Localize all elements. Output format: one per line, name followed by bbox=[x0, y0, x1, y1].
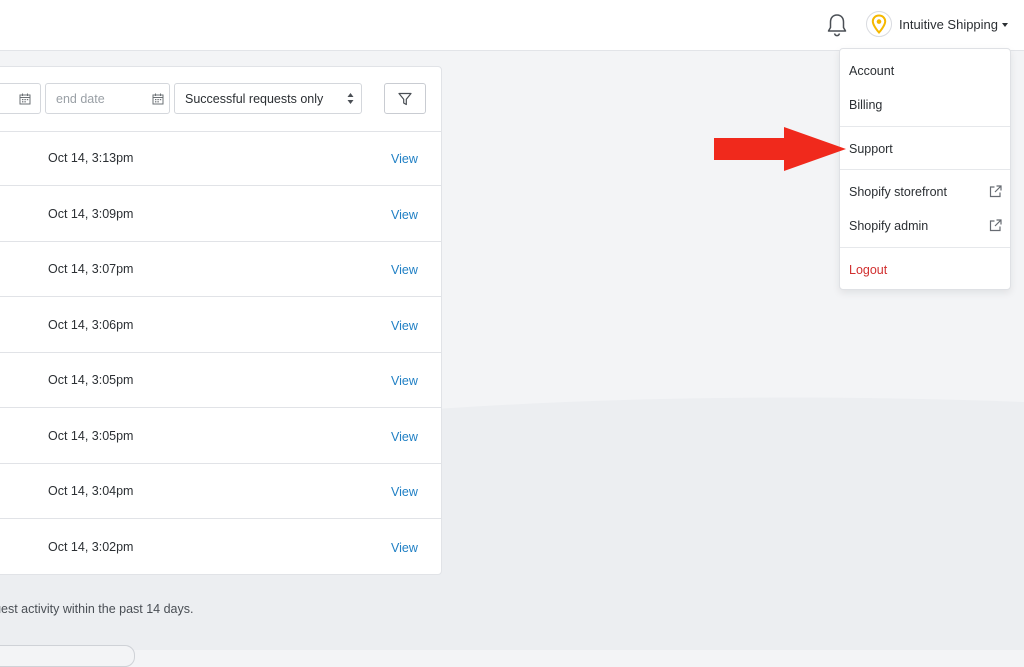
calendar-icon bbox=[19, 93, 31, 105]
table-row: Oct 14, 3:07pm View bbox=[0, 242, 441, 297]
menu-divider bbox=[840, 169, 1010, 170]
menu-item-label: Billing bbox=[849, 98, 883, 112]
request-time: Oct 14, 3:06pm bbox=[48, 317, 134, 332]
request-time: Oct 14, 3:09pm bbox=[48, 206, 134, 221]
view-link[interactable]: View bbox=[391, 430, 418, 444]
view-link[interactable]: View bbox=[391, 263, 418, 277]
bell-icon[interactable] bbox=[825, 12, 849, 38]
view-link[interactable]: View bbox=[391, 374, 418, 388]
menu-item-billing[interactable]: Billing bbox=[840, 90, 1010, 120]
table-row: Oct 14, 3:05pm View bbox=[0, 353, 441, 408]
request-time: Oct 14, 3:07pm bbox=[48, 262, 134, 276]
end-date-input[interactable] bbox=[46, 90, 148, 107]
account-name: Intuitive Shipping bbox=[899, 16, 999, 32]
request-time: Oct 14, 3:05pm bbox=[48, 373, 134, 387]
menu-divider bbox=[840, 247, 1010, 248]
filter-button[interactable] bbox=[384, 83, 426, 114]
menu-item-label: Shopify admin bbox=[849, 219, 929, 233]
red-arrow-pointer bbox=[714, 127, 846, 171]
view-link[interactable]: View bbox=[391, 541, 418, 555]
view-link[interactable]: View bbox=[391, 208, 418, 222]
table-row: Oct 14, 3:09pm View bbox=[0, 187, 441, 242]
top-navbar: Intuitive Shipping bbox=[0, 0, 1024, 51]
end-date-field[interactable] bbox=[45, 83, 170, 114]
menu-item-logout[interactable]: Logout bbox=[840, 255, 1010, 285]
view-link[interactable]: View bbox=[391, 319, 418, 333]
request-time: Oct 14, 3:05pm bbox=[48, 428, 134, 443]
view-link[interactable]: View bbox=[391, 152, 418, 166]
map-pin-logo-icon bbox=[866, 11, 892, 37]
bottom-control[interactable] bbox=[0, 645, 135, 667]
activity-footnote: request activity within the past 14 days… bbox=[0, 602, 194, 616]
account-menu-toggle[interactable]: Intuitive Shipping bbox=[866, 9, 1009, 39]
filter-bar: Successful requests only bbox=[0, 67, 441, 132]
view-link[interactable]: View bbox=[391, 485, 418, 499]
request-time: Oct 14, 3:02pm bbox=[48, 539, 134, 554]
external-link-icon bbox=[989, 185, 1002, 198]
menu-item-support[interactable]: Support bbox=[840, 134, 1010, 164]
calendar-icon bbox=[152, 93, 164, 105]
menu-item-label: Account bbox=[849, 64, 895, 78]
menu-item-shopify-admin[interactable]: Shopify admin bbox=[840, 211, 1010, 241]
menu-item-shopify-storefront[interactable]: Shopify storefront bbox=[840, 177, 1010, 207]
start-date-field[interactable] bbox=[0, 83, 41, 114]
caret-down-icon bbox=[1002, 22, 1009, 27]
table-row: Oct 14, 3:05pm View bbox=[0, 409, 441, 464]
request-status-select[interactable]: Successful requests only bbox=[174, 83, 362, 114]
requests-card: Successful requests only Oct 14, 3:13pm … bbox=[0, 66, 442, 575]
funnel-icon bbox=[398, 92, 412, 105]
menu-item-label: Logout bbox=[849, 263, 888, 277]
request-time: Oct 14, 3:13pm bbox=[48, 151, 134, 165]
account-dropdown-menu: Account Billing Support Shopify storefro… bbox=[839, 48, 1011, 290]
menu-item-label: Shopify storefront bbox=[849, 185, 947, 199]
table-row: Oct 14, 3:06pm View bbox=[0, 298, 441, 353]
menu-item-account[interactable]: Account bbox=[840, 56, 1010, 86]
table-row: Oct 14, 3:04pm View bbox=[0, 464, 441, 519]
menu-item-label: Support bbox=[849, 142, 893, 156]
table-row: Oct 14, 3:02pm View bbox=[0, 520, 441, 575]
request-time: Oct 14, 3:04pm bbox=[48, 484, 134, 498]
select-arrows-icon bbox=[347, 93, 354, 104]
table-row: Oct 14, 3:13pm View bbox=[0, 131, 441, 186]
menu-divider bbox=[840, 126, 1010, 127]
external-link-icon bbox=[989, 219, 1002, 232]
select-value: Successful requests only bbox=[185, 91, 324, 106]
